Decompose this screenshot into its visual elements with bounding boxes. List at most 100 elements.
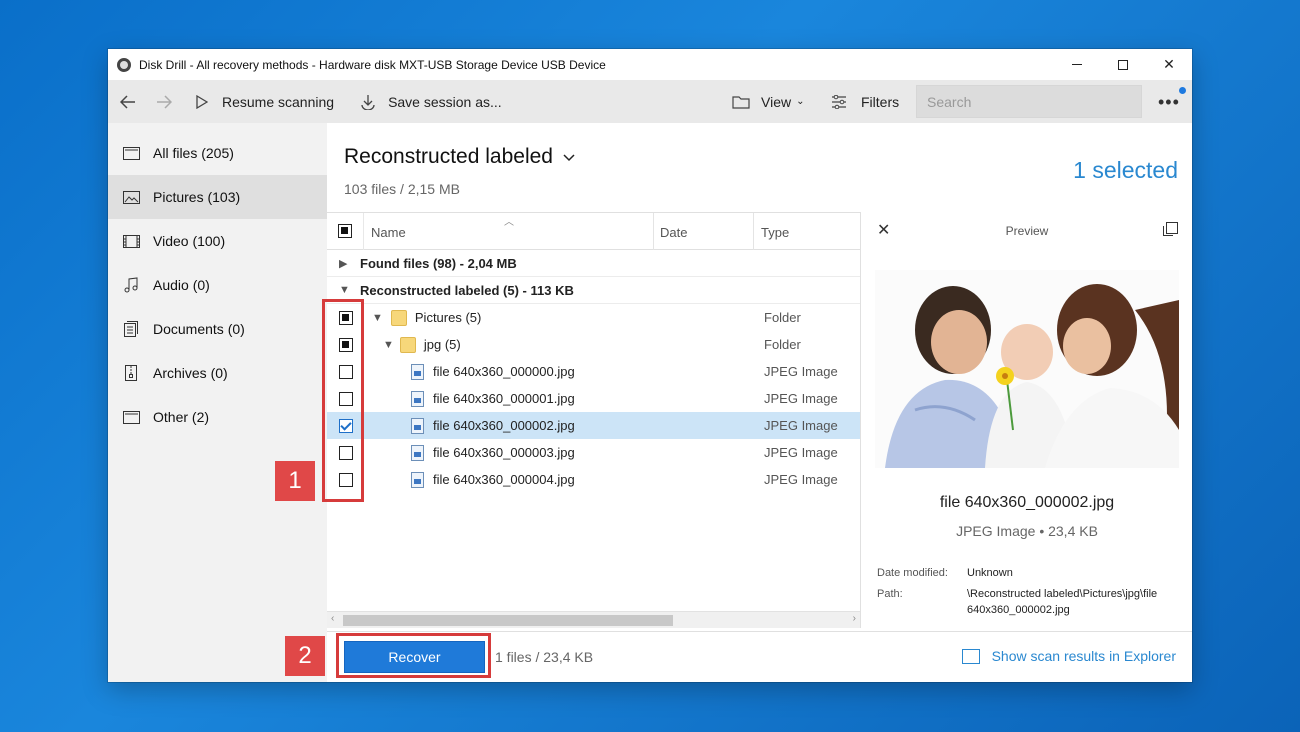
date-modified-label: Date modified: bbox=[877, 567, 948, 579]
row-name: file 640x360_000002.jpg bbox=[433, 418, 575, 433]
play-icon bbox=[192, 92, 212, 112]
sidebar-item-label: All files (205) bbox=[153, 145, 234, 161]
selected-count: 1 selected bbox=[1073, 157, 1178, 183]
table-row[interactable]: file 640x360_000000.jpg JPEG Image bbox=[327, 358, 860, 385]
sort-ascending-icon: ︿ bbox=[504, 217, 514, 228]
minimize-button[interactable] bbox=[1054, 49, 1100, 80]
external-open-icon bbox=[961, 648, 980, 664]
table-row[interactable]: file 640x360_000003.jpg JPEG Image bbox=[327, 439, 860, 466]
table-header: ︿ Name Date Type bbox=[327, 212, 860, 250]
preview-panel: ✕ Preview file 640x360_000002.jpg JPEG I… bbox=[862, 212, 1192, 628]
view-button[interactable]: View ⌄ bbox=[731, 80, 804, 123]
column-divider[interactable] bbox=[753, 213, 754, 250]
table-row[interactable]: ▼ Pictures (5) Folder bbox=[327, 304, 860, 331]
date-modified-value: Unknown bbox=[967, 567, 1013, 579]
sidebar-item-all-files[interactable]: All files (205) bbox=[108, 131, 327, 175]
filters-button[interactable]: Filters bbox=[829, 80, 899, 123]
horizontal-scrollbar[interactable]: ‹ › bbox=[327, 611, 860, 628]
recover-summary: 1 files / 23,4 KB bbox=[495, 649, 594, 665]
toolbar: Resume scanning Save session as... View … bbox=[108, 80, 1192, 123]
folder-icon bbox=[399, 336, 416, 353]
checkbox-partial bbox=[338, 224, 352, 238]
folder-icon bbox=[390, 309, 407, 326]
image-file-icon bbox=[411, 444, 424, 461]
maximize-icon bbox=[1118, 59, 1128, 70]
table-row-selected[interactable]: file 640x360_000002.jpg JPEG Image bbox=[327, 412, 860, 439]
table-row[interactable]: file 640x360_000001.jpg JPEG Image bbox=[327, 385, 860, 412]
group-label: Reconstructed labeled (5) - 113 KB bbox=[360, 282, 574, 298]
group-label: Found files (98) - 2,04 MB bbox=[360, 255, 517, 271]
more-options-button[interactable]: ••• bbox=[1158, 92, 1182, 112]
search-input[interactable]: Search bbox=[916, 85, 1142, 118]
preview-file-meta: JPEG Image • 23,4 KB bbox=[956, 523, 1098, 539]
callout-number-2: 2 bbox=[285, 636, 325, 676]
sidebar-item-label: Archives (0) bbox=[153, 365, 228, 381]
archive-icon bbox=[122, 365, 140, 381]
preview-filename: file 640x360_000002.jpg bbox=[939, 494, 1115, 511]
table-row[interactable]: ▼ jpg (5) Folder bbox=[327, 331, 860, 358]
resume-scanning-button[interactable]: Resume scanning bbox=[192, 80, 334, 123]
preview-image bbox=[875, 270, 1179, 468]
path-value: \Reconstructed labeled\Pictures\jpg\file… bbox=[967, 588, 1158, 616]
film-icon bbox=[122, 233, 140, 249]
chevron-down-icon bbox=[563, 149, 575, 165]
group-row-found-files[interactable]: ▶ Found files (98) - 2,04 MB bbox=[327, 250, 860, 277]
collapse-triangle-icon: ▼ bbox=[383, 338, 394, 351]
row-type: JPEG Image bbox=[764, 418, 838, 433]
sidebar-item-archives[interactable]: Archives (0) bbox=[108, 351, 327, 395]
view-label: View bbox=[761, 93, 792, 110]
music-icon bbox=[122, 277, 140, 293]
sidebar-item-audio[interactable]: Audio (0) bbox=[108, 263, 327, 307]
sidebar-item-label: Video (100) bbox=[153, 233, 226, 249]
title-bar: Disk Drill - All recovery methods - Hard… bbox=[108, 49, 1192, 80]
save-session-button[interactable]: Save session as... bbox=[358, 80, 502, 123]
column-header-name[interactable]: Name bbox=[371, 225, 406, 240]
forward-button[interactable] bbox=[154, 80, 174, 123]
arrow-left-icon bbox=[118, 92, 138, 112]
table-row[interactable]: file 640x360_000004.jpg JPEG Image bbox=[327, 466, 860, 493]
preview-title: Preview bbox=[1005, 224, 1049, 238]
show-in-explorer-label: Show scan results in Explorer bbox=[991, 648, 1176, 664]
app-window: Disk Drill - All recovery methods - Hard… bbox=[108, 49, 1192, 682]
column-divider[interactable] bbox=[653, 213, 654, 250]
row-type: JPEG Image bbox=[764, 364, 838, 379]
image-file-icon bbox=[411, 363, 424, 380]
scroll-right-icon[interactable]: › bbox=[853, 613, 856, 624]
files-summary: 103 files / 2,15 MB bbox=[344, 181, 460, 197]
sidebar-item-pictures[interactable]: Pictures (103) bbox=[108, 175, 327, 219]
arrow-right-icon bbox=[154, 92, 174, 112]
window-title: Disk Drill - All recovery methods - Hard… bbox=[139, 57, 606, 72]
row-name: file 640x360_000003.jpg bbox=[433, 445, 575, 460]
sidebar-item-label: Pictures (103) bbox=[153, 189, 241, 205]
collapse-triangle-icon: ▼ bbox=[372, 311, 383, 324]
maximize-button[interactable] bbox=[1100, 49, 1146, 80]
copy-icon[interactable] bbox=[1163, 222, 1178, 236]
select-all-checkbox[interactable] bbox=[327, 212, 364, 250]
show-in-explorer-link[interactable]: Show scan results in Explorer bbox=[961, 648, 1176, 664]
page-title: Reconstructed labeled bbox=[344, 145, 553, 168]
column-header-date[interactable]: Date bbox=[660, 225, 687, 240]
row-name: jpg (5) bbox=[423, 337, 461, 352]
group-row-reconstructed[interactable]: ▼ Reconstructed labeled (5) - 113 KB bbox=[327, 277, 860, 304]
column-header-type[interactable]: Type bbox=[761, 225, 789, 240]
image-file-icon bbox=[411, 471, 424, 488]
sidebar-item-video[interactable]: Video (100) bbox=[108, 219, 327, 263]
picture-icon bbox=[122, 189, 140, 205]
category-dropdown[interactable]: Reconstructed labeled bbox=[344, 145, 575, 169]
callout-highlight-recover bbox=[336, 633, 491, 678]
scrollbar-thumb[interactable] bbox=[343, 615, 673, 626]
sidebar-item-other[interactable]: Other (2) bbox=[108, 395, 327, 439]
sidebar-item-documents[interactable]: Documents (0) bbox=[108, 307, 327, 351]
image-file-icon bbox=[411, 417, 424, 434]
main-panel: Reconstructed labeled 103 files / 2,15 M… bbox=[327, 123, 1192, 682]
chevron-down-icon: ⌄ bbox=[796, 96, 805, 107]
file-icon bbox=[122, 145, 140, 161]
row-type: Folder bbox=[764, 310, 801, 325]
back-button[interactable] bbox=[118, 80, 138, 123]
row-type: JPEG Image bbox=[764, 391, 838, 406]
row-name: file 640x360_000000.jpg bbox=[433, 364, 575, 379]
close-button[interactable]: ✕ bbox=[1146, 49, 1192, 80]
resume-scanning-label: Resume scanning bbox=[222, 93, 335, 110]
scroll-left-icon[interactable]: ‹ bbox=[331, 613, 334, 624]
row-type: Folder bbox=[764, 337, 801, 352]
